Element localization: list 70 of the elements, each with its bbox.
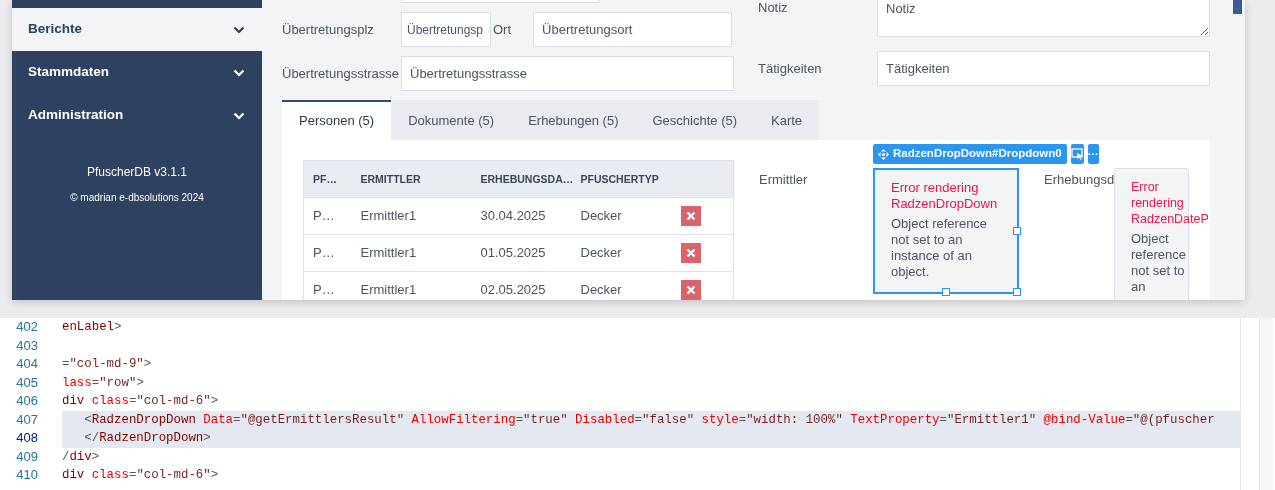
table-cell: Ermittler1: [351, 234, 472, 272]
resize-handle[interactable]: [1013, 227, 1021, 235]
table-cell: P…: [303, 234, 352, 272]
column-header: PFUSCHERTYP: [571, 160, 672, 198]
resize-handle[interactable]: [942, 288, 950, 296]
chevron-down-icon: [233, 25, 245, 34]
line-number: 406: [15, 392, 38, 410]
delete-button[interactable]: [680, 243, 701, 263]
copyright-text: © madrian e-dbsolutions 2024: [69, 191, 205, 205]
error-message: Object reference not set to an: [1131, 231, 1187, 295]
input-field[interactable]: Übertretungsp: [401, 12, 491, 47]
code-line: enLabel>: [62, 319, 123, 336]
field-label: Erhebungsd: [1044, 172, 1115, 187]
code-line: /div>: [62, 448, 101, 466]
table-cell: Decker: [571, 234, 672, 272]
line-number: 403: [15, 336, 38, 355]
column-header: PF…: [303, 160, 352, 198]
move-icon: [878, 148, 889, 160]
scrollbar-track[interactable]: [1259, 318, 1273, 490]
field-label: Notiz: [758, 0, 789, 17]
sidebar-item[interactable]: Administration: [12, 94, 262, 137]
line-number: 408: [15, 429, 38, 447]
column-header: ERMITTLER: [351, 160, 472, 198]
chevron-down-icon: [233, 68, 245, 77]
table-cell: 30.04.2025: [471, 197, 572, 235]
scrollbar-thumb[interactable]: [1233, 0, 1242, 14]
text-area[interactable]: Notiz: [877, 0, 1210, 37]
cross-icon: [685, 248, 696, 258]
code-line: ="col-md-9">: [62, 356, 153, 373]
delete-button[interactable]: [680, 206, 701, 226]
field-label: Tätigkeiten: [758, 59, 823, 78]
line-number: 407: [15, 410, 38, 429]
code-line: lass="row">: [62, 374, 145, 392]
tab[interactable]: Personen (5): [282, 100, 392, 140]
line-number: 404: [15, 355, 38, 373]
line-number: 402: [15, 318, 38, 336]
error-title: Error rendering RadzenDateP: [1131, 179, 1210, 227]
table-cell: Decker: [571, 197, 672, 235]
field-label: Übertretungsplz: [282, 20, 375, 39]
table-cell: P…: [303, 197, 352, 235]
select-button[interactable]: [1070, 144, 1084, 164]
delete-button[interactable]: [680, 280, 701, 300]
tab[interactable]: Dokumente (5): [391, 100, 512, 140]
line-number: 409: [15, 447, 38, 466]
table-cell: Ermittler1: [351, 197, 472, 235]
tab[interactable]: Karte: [754, 100, 820, 140]
cursor-box-icon: [1070, 148, 1084, 160]
field-label: Ermittler: [759, 172, 808, 187]
field-label: Übertretungsstrasse: [282, 64, 401, 83]
sidebar-item[interactable]: Berichte: [12, 8, 262, 51]
sidebar-item[interactable]: Stammdaten: [12, 51, 262, 94]
error-message: Object reference not set to an instance of an object.: [891, 216, 989, 280]
chevron-down-icon: [233, 111, 245, 120]
version-text: PfuscherDB v3.1.1: [85, 164, 189, 181]
error-title: Error rendering RadzenDropDown: [891, 180, 999, 212]
line-number: 410: [15, 466, 38, 484]
field-label: Ort: [493, 20, 512, 39]
line-number: 405: [15, 373, 38, 392]
input-field[interactable]: Übertretungsort: [533, 12, 733, 47]
input-field[interactable]: Tätigkeiten: [877, 51, 1210, 86]
code-line: div class="col-md-6">: [62, 467, 220, 484]
table-cell: 01.05.2025: [471, 234, 572, 272]
tab[interactable]: Geschichte (5): [635, 100, 755, 140]
input-field[interactable]: Übertretungsstrasse: [401, 56, 734, 91]
cross-icon: [685, 285, 696, 295]
resize-handle[interactable]: [1013, 288, 1021, 296]
code-line: div class="col-md-6">: [62, 393, 220, 410]
cross-icon: [685, 211, 696, 221]
column-header: ERHEBUNGSDA…: [471, 160, 572, 198]
tab[interactable]: Erhebungen (5): [511, 100, 636, 140]
